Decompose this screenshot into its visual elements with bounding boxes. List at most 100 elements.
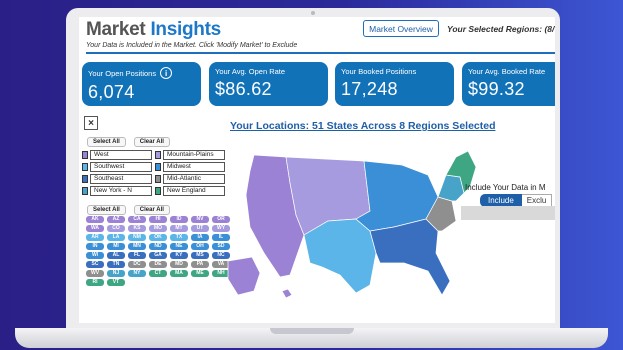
state-chip[interactable]: ME — [191, 270, 209, 277]
kpi-label: Your Booked Positions — [341, 67, 417, 76]
state-chip[interactable]: MN — [128, 243, 146, 250]
region-label: West — [90, 150, 152, 160]
state-chip[interactable]: NE — [170, 243, 188, 250]
kpi-avg-booked-rate: Your Avg. Booked Rate $99.32 — [462, 62, 555, 106]
map-hawaii — [281, 288, 293, 299]
region-item[interactable]: Midwest — [155, 162, 225, 172]
state-chip[interactable]: WA — [86, 225, 104, 232]
header-divider — [86, 52, 555, 54]
info-icon[interactable]: i — [160, 67, 173, 79]
state-chip[interactable]: PA — [191, 261, 209, 268]
state-chip[interactable]: IN — [86, 243, 104, 250]
state-chip[interactable]: OK — [149, 234, 167, 241]
region-clear-all-button[interactable]: Clear All — [133, 137, 170, 147]
region-label: Midwest — [163, 162, 225, 172]
map-region-southwest — [303, 218, 377, 294]
region-item[interactable]: Mid-Atlantic — [155, 174, 225, 184]
title-word-market: Market — [86, 19, 151, 40]
locations-heading[interactable]: Your Locations: 51 States Across 8 Regio… — [230, 120, 496, 132]
state-select-controls: Select All Clear All — [87, 205, 170, 215]
tab-market-overview[interactable]: Market Overview — [363, 20, 439, 37]
state-chip[interactable]: AZ — [107, 216, 125, 223]
modify-market-bar[interactable] — [461, 206, 555, 220]
state-chip[interactable]: KS — [128, 225, 146, 232]
state-chip[interactable]: CO — [107, 225, 125, 232]
state-chip[interactable]: MO — [149, 225, 167, 232]
kpi-label: Your Avg. Open Rate — [215, 67, 286, 76]
kpi-open-positions: Your Open Positions i 6,074 — [82, 62, 201, 106]
state-chip[interactable]: HI — [149, 216, 167, 223]
state-chip[interactable]: LA — [107, 234, 125, 241]
state-select-all-button[interactable]: Select All — [87, 205, 126, 215]
region-label: Mountain-Plains — [163, 150, 225, 160]
state-clear-all-button[interactable]: Clear All — [133, 205, 170, 215]
page-title: Market Insights — [86, 19, 221, 41]
state-chip[interactable]: MI — [107, 243, 125, 250]
state-chip-list: AK AZ CA HI ID NV OR WA CO KS MO MT UT WY AR LA NM OK TX IA… — [86, 216, 234, 286]
state-chip[interactable]: OH — [191, 243, 209, 250]
region-label: Southwest — [90, 162, 152, 172]
region-item[interactable]: New York - N — [82, 186, 152, 196]
region-item[interactable]: New England — [155, 186, 225, 196]
kpi-booked-positions: Your Booked Positions 17,248 — [335, 62, 454, 106]
state-chip[interactable]: NM — [128, 234, 146, 241]
region-swatch-icon — [155, 163, 161, 171]
region-swatch-icon — [155, 187, 161, 195]
state-chip[interactable]: FL — [128, 252, 146, 259]
state-chip[interactable]: TN — [107, 261, 125, 268]
state-chip[interactable]: NV — [191, 216, 209, 223]
kpi-label: Your Open Positions — [88, 68, 157, 78]
map-region-new-york — [437, 174, 465, 202]
state-chip[interactable]: WV — [86, 270, 104, 277]
state-chip[interactable]: NY — [128, 270, 146, 277]
region-select-all-button[interactable]: Select All — [87, 137, 126, 147]
state-chip[interactable]: CT — [149, 270, 167, 277]
state-chip[interactable]: IA — [191, 234, 209, 241]
state-chip[interactable]: ND — [149, 243, 167, 250]
state-chip[interactable]: CA — [128, 216, 146, 223]
state-chip[interactable]: NJ — [107, 270, 125, 277]
state-chip[interactable]: MA — [170, 270, 188, 277]
region-swatch-icon — [155, 151, 161, 159]
laptop-notch — [270, 328, 354, 334]
region-swatch-icon — [82, 175, 88, 183]
tab-selected-regions[interactable]: Your Selected Regions: (8/ — [447, 20, 555, 37]
state-chip[interactable]: WI — [86, 252, 104, 259]
state-chip[interactable]: GA — [149, 252, 167, 259]
kpi-label: Your Avg. Booked Rate — [468, 67, 546, 76]
region-swatch-icon — [82, 151, 88, 159]
region-list: West Mountain-Plains Southwest Midwest South… — [82, 150, 227, 196]
region-item[interactable]: Southwest — [82, 162, 152, 172]
state-chip[interactable]: MD — [170, 261, 188, 268]
state-chip[interactable]: MT — [170, 225, 188, 232]
kpi-value: 6,074 — [88, 82, 135, 102]
page-subtitle: Your Data is Included in the Market. Cli… — [86, 42, 298, 49]
kpi-value: $86.62 — [215, 79, 272, 99]
region-item[interactable]: West — [82, 150, 152, 160]
region-item[interactable]: Mountain-Plains — [155, 150, 225, 160]
state-chip[interactable]: DE — [149, 261, 167, 268]
region-label: Mid-Atlantic — [163, 174, 225, 184]
us-region-map[interactable] — [224, 135, 484, 305]
kpi-label-row: Your Open Positions i — [88, 67, 195, 79]
state-chip[interactable]: VT — [107, 279, 125, 286]
region-label: New York - N — [90, 186, 152, 196]
state-chip[interactable]: DC — [128, 261, 146, 268]
kpi-avg-open-rate: Your Avg. Open Rate $86.62 — [209, 62, 328, 106]
state-chip[interactable]: RI — [86, 279, 104, 286]
state-chip[interactable]: AL — [107, 252, 125, 259]
region-swatch-icon — [82, 187, 88, 195]
state-chip[interactable]: AK — [86, 216, 104, 223]
app-screen: Market Insights Your Data is Included in… — [79, 17, 555, 323]
state-chip[interactable]: TX — [170, 234, 188, 241]
state-chip[interactable]: AR — [86, 234, 104, 241]
state-chip[interactable]: SC — [86, 261, 104, 268]
region-item[interactable]: Southeast — [82, 174, 152, 184]
state-chip[interactable]: ID — [170, 216, 188, 223]
region-swatch-icon — [82, 163, 88, 171]
state-chip[interactable]: KY — [170, 252, 188, 259]
state-chip[interactable]: MS — [191, 252, 209, 259]
state-chip[interactable]: UT — [191, 225, 209, 232]
close-filter-button[interactable]: × — [84, 116, 98, 130]
map-alaska — [227, 256, 261, 296]
